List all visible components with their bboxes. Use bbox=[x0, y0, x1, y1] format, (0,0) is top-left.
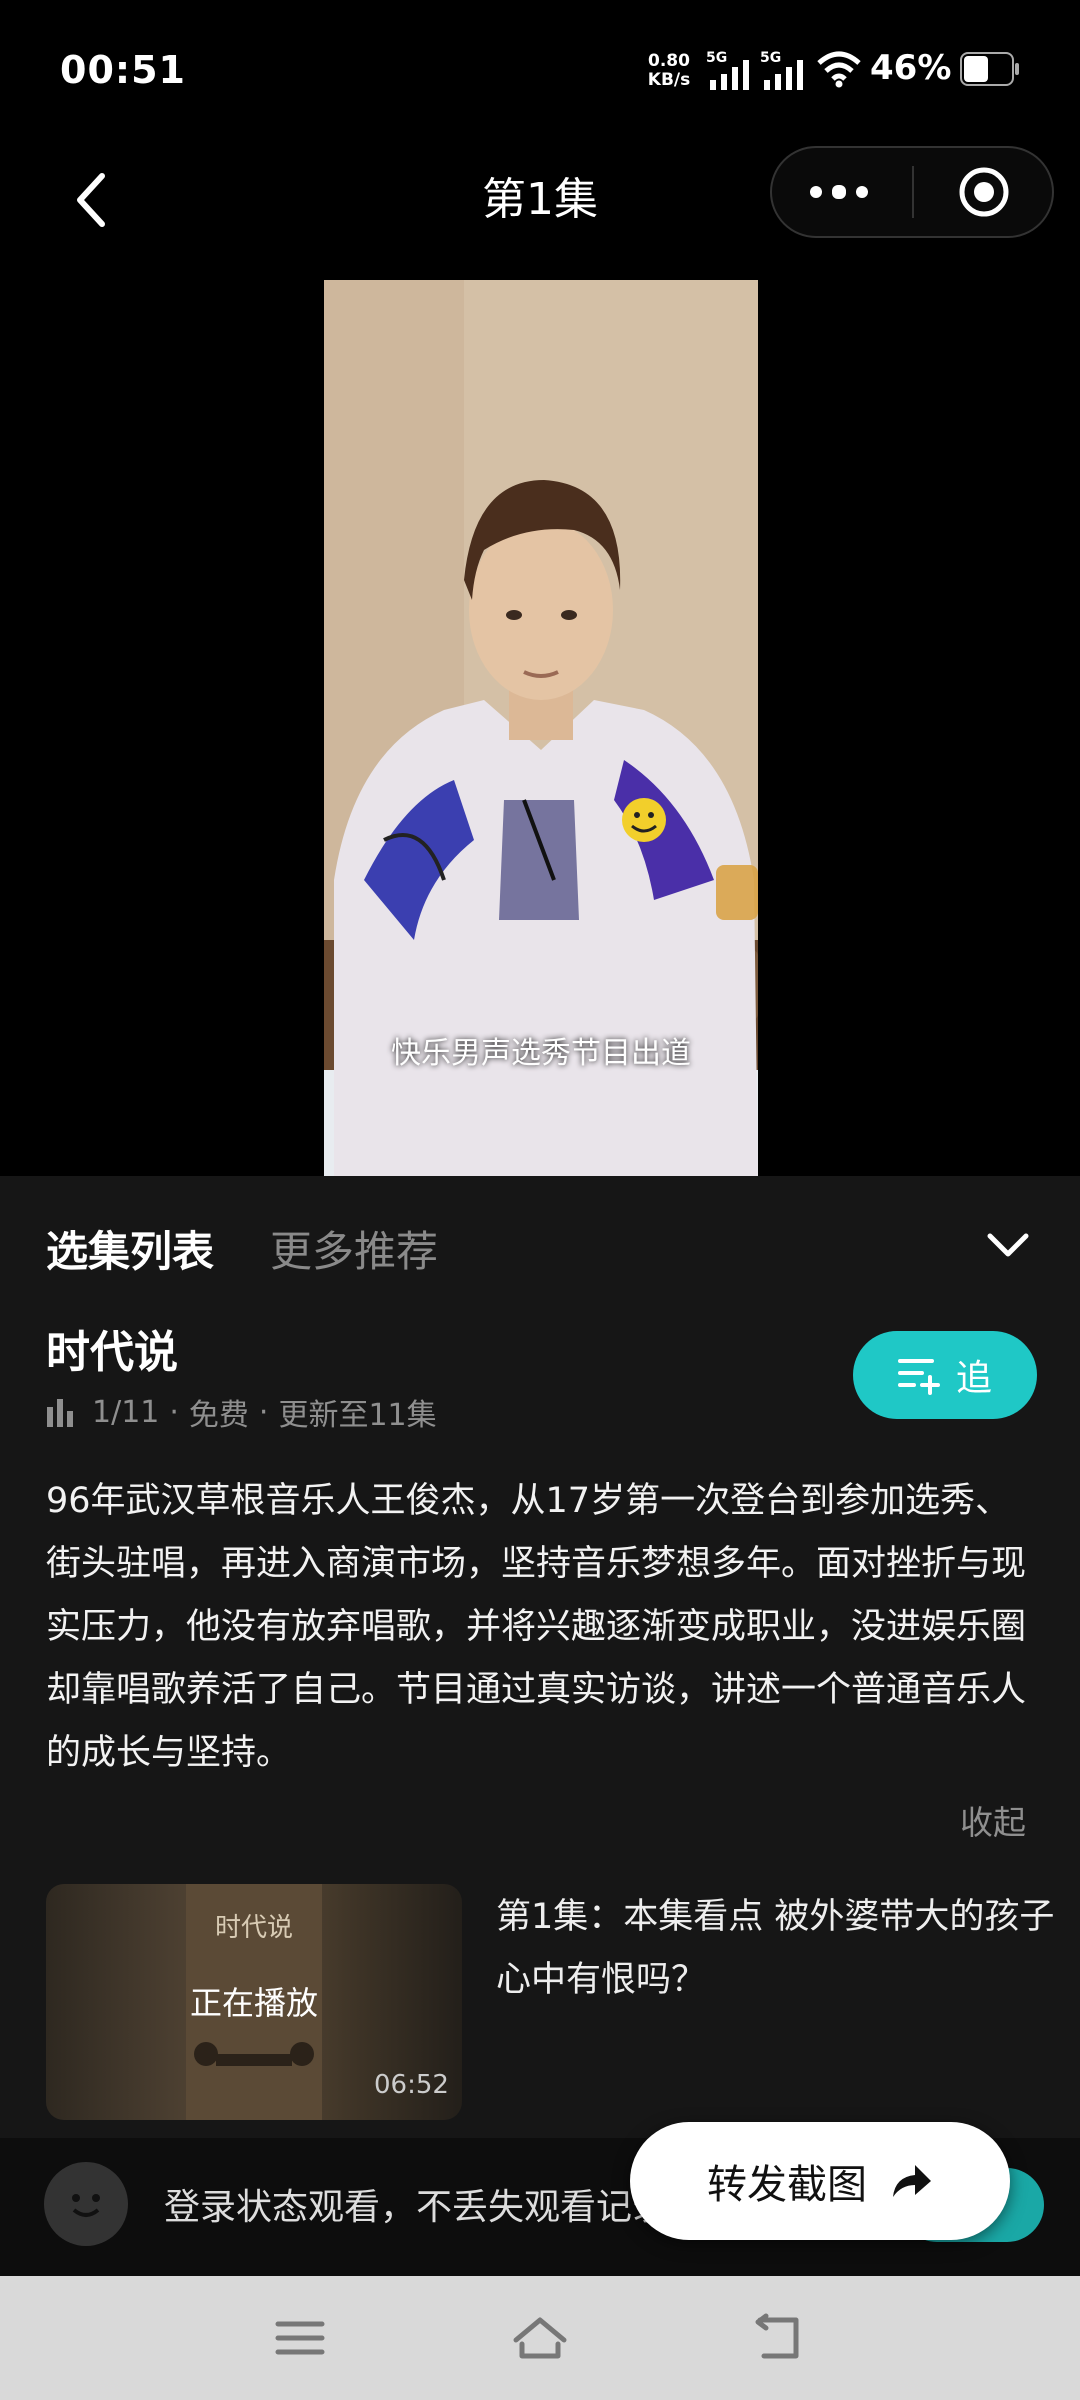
login-prompt[interactable]: 登录状态观看，不丢失观看记录 bbox=[164, 2178, 668, 2230]
net-speed-unit: KB/s bbox=[647, 70, 691, 90]
target-circle-icon[interactable] bbox=[958, 166, 1010, 218]
chevron-down-icon[interactable] bbox=[986, 1230, 1030, 1260]
status-time: 00:51 bbox=[60, 48, 186, 92]
show-meta: 1/11 · 免费 · 更新至11集 bbox=[46, 1390, 437, 1434]
avatar bbox=[44, 2162, 128, 2246]
back-nav-icon[interactable] bbox=[750, 2310, 810, 2366]
page-title: 第1集 bbox=[482, 174, 598, 225]
share-screenshot-button[interactable]: 转发截图 bbox=[630, 2122, 1010, 2240]
share-label: 转发截图 bbox=[707, 2162, 867, 2208]
back-chevron-icon[interactable] bbox=[72, 170, 112, 230]
smiley-icon bbox=[72, 2194, 100, 2217]
follow-button[interactable]: 追 bbox=[853, 1331, 1037, 1419]
now-playing-label: 正在播放 bbox=[189, 1984, 318, 2022]
video-subtitle: 快乐男声选秀节目出道 bbox=[391, 1036, 691, 1071]
follow-label: 追 bbox=[955, 1358, 992, 1399]
signal-1-icon bbox=[710, 60, 749, 90]
wifi-icon bbox=[817, 51, 861, 88]
tab-episode-list[interactable]: 选集列表 bbox=[46, 1218, 214, 1279]
episode-duration: 06:52 bbox=[374, 2070, 449, 2100]
capsule-divider bbox=[912, 166, 914, 218]
bars-icon bbox=[47, 1399, 73, 1427]
price-label: 免费 bbox=[188, 1398, 249, 1433]
signal-2-icon bbox=[764, 60, 803, 90]
episode-progress: 1/11 bbox=[92, 1394, 160, 1430]
collapse-button[interactable]: 收起 bbox=[960, 1796, 1026, 1844]
meta-sep: · bbox=[169, 1394, 179, 1430]
tab-more-recommend[interactable]: 更多推荐 bbox=[270, 1218, 438, 1279]
battery-icon bbox=[960, 52, 1019, 86]
meta-sep: · bbox=[258, 1394, 269, 1430]
battery-percent: 46% bbox=[870, 48, 952, 88]
share-arrow-icon bbox=[893, 2165, 931, 2197]
home-icon[interactable] bbox=[510, 2310, 570, 2366]
thumb-logo-text: 时代说 bbox=[215, 1913, 293, 1942]
update-label: 更新至11集 bbox=[278, 1398, 437, 1433]
episode-title[interactable]: 第1集：本集看点 被外婆带大的孩子 心中有恨吗？ bbox=[496, 1886, 1056, 2012]
net-speed: 0.80 KB/s bbox=[645, 52, 693, 90]
add-list-icon bbox=[897, 1359, 940, 1395]
show-description: 96年武汉草根音乐人王俊杰，从17岁第一次登台到参加选秀、街头驻唱，再进入商演市… bbox=[46, 1481, 1027, 1773]
net-speed-value: 0.80 bbox=[648, 51, 690, 71]
menu-icon[interactable] bbox=[270, 2310, 330, 2366]
show-title: 时代说 bbox=[46, 1327, 178, 1378]
more-dots-icon[interactable] bbox=[810, 185, 870, 199]
